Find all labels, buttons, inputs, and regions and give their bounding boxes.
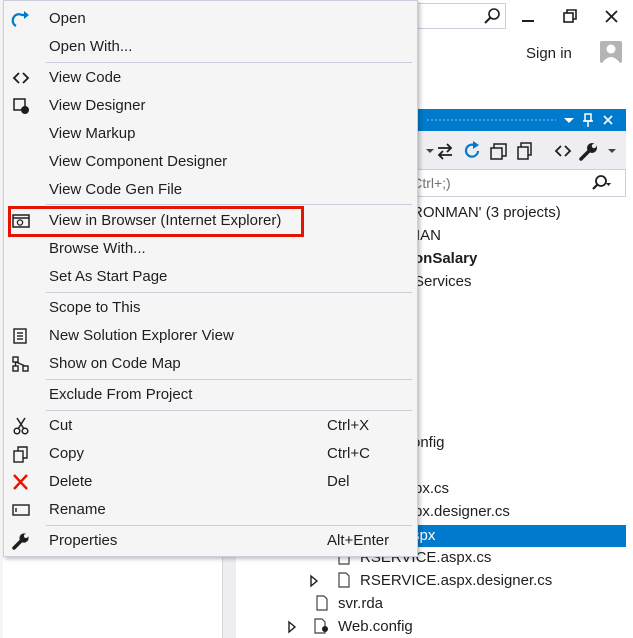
menu-item-label: Rename (49, 501, 106, 518)
close-window-button[interactable] (596, 4, 628, 30)
close-icon (605, 10, 618, 23)
menu-item-properties[interactable]: Properties Alt+Enter (4, 527, 417, 555)
user-avatar-icon (602, 44, 620, 63)
dropdown-arrow-icon[interactable] (561, 111, 577, 129)
menu-item-label: View Code (49, 69, 122, 86)
menu-separator (46, 379, 412, 380)
menu-item-label: View Component Designer (49, 153, 228, 170)
menu-item-label: New Solution Explorer View (49, 327, 234, 344)
menu-item-label: Properties (49, 532, 118, 549)
code-brackets-icon (12, 72, 30, 84)
expand-arrow-icon[interactable] (286, 620, 298, 634)
restore-icon (563, 9, 577, 23)
menu-item-label: View Code Gen File (49, 181, 183, 198)
menu-item-exclude-from-project[interactable]: Exclude From Project (4, 381, 417, 409)
wrench-icon (12, 533, 29, 550)
search-icon (484, 8, 500, 24)
tree-item[interactable]: Web.config (338, 618, 413, 635)
tree-solution-node[interactable]: RONMAN' (3 projects) (412, 204, 561, 221)
menu-item-scope-to-this[interactable]: Scope to This (4, 294, 417, 322)
menu-item-label: View Markup (49, 125, 136, 142)
wrench-icon[interactable] (578, 141, 600, 161)
designer-icon (13, 98, 29, 114)
tree-item[interactable]: IAN (416, 227, 441, 244)
menu-item-show-on-code-map[interactable]: Show on Code Map (4, 350, 417, 378)
menu-item-delete[interactable]: Delete Del (4, 468, 417, 496)
menu-item-label: Browse With... (49, 240, 146, 257)
code-brackets-icon[interactable] (552, 141, 574, 161)
expand-arrow-icon[interactable] (308, 574, 320, 588)
tree-item[interactable]: Services (414, 273, 472, 290)
menu-item-set-as-start-page[interactable]: Set As Start Page (4, 263, 417, 291)
menu-item-view-component-designer[interactable]: View Component Designer (4, 148, 417, 176)
menu-separator (46, 410, 412, 411)
menu-item-open-with[interactable]: Open With... (4, 33, 417, 61)
menu-item-label: Cut (49, 417, 73, 434)
menu-item-label: Delete (49, 473, 93, 490)
rename-icon (12, 504, 30, 516)
new-view-icon (13, 328, 27, 344)
minimize-icon (522, 20, 534, 22)
cs-file-icon (338, 572, 350, 588)
annotation-highlight-box (8, 206, 304, 237)
menu-separator (46, 292, 412, 293)
search-icon (592, 175, 611, 190)
dropdown-arrow-icon[interactable] (602, 141, 624, 161)
grip-dots (426, 118, 556, 122)
menu-item-open[interactable]: Open (4, 5, 417, 33)
sign-in-link[interactable]: Sign in (526, 45, 572, 62)
menu-item-rename[interactable]: Rename (4, 496, 417, 524)
tree-item[interactable]: RSERVICE.aspx.designer.cs (360, 572, 552, 589)
menu-item-view-code[interactable]: View Code (4, 64, 417, 92)
menu-item-label: Set As Start Page (49, 268, 168, 285)
menu-item-shortcut: Ctrl+X (327, 417, 370, 434)
delete-x-icon (13, 474, 28, 490)
avatar[interactable] (600, 41, 622, 63)
file-icon (316, 595, 328, 611)
copy-icon (13, 446, 28, 463)
context-menu: Open Open With... View Code View Designe… (3, 0, 418, 557)
menu-item-view-markup[interactable]: View Markup (4, 120, 417, 148)
code-map-icon (12, 356, 29, 372)
menu-item-cut[interactable]: Cut Ctrl+X (4, 412, 417, 440)
menu-item-new-solution-explorer-view[interactable]: New Solution Explorer View (4, 322, 417, 350)
scissors-icon (13, 417, 29, 435)
menu-item-label: Scope to This (49, 299, 141, 316)
menu-item-copy[interactable]: Copy Ctrl+C (4, 440, 417, 468)
menu-item-view-code-gen-file[interactable]: View Code Gen File (4, 176, 417, 204)
menu-item-shortcut: Alt+Enter (327, 532, 390, 549)
tree-item[interactable]: svr.rda (338, 595, 383, 612)
menu-item-label: Show on Code Map (49, 355, 181, 372)
sync-arrows-icon[interactable] (434, 141, 456, 161)
menu-separator (46, 525, 412, 526)
redo-arrow-icon (11, 11, 29, 27)
tree-item[interactable]: px.designer.cs (414, 503, 510, 520)
menu-item-label: Exclude From Project (49, 386, 193, 403)
minimize-button[interactable] (512, 4, 544, 30)
pin-icon[interactable] (580, 111, 596, 129)
menu-item-label: Open (49, 10, 86, 27)
menu-item-label: Copy (49, 445, 85, 462)
show-all-files-icon[interactable] (514, 141, 536, 161)
collapse-all-icon[interactable] (488, 141, 510, 161)
tree-startup-project[interactable]: onSalary (414, 250, 477, 267)
menu-item-browse-with[interactable]: Browse With... (4, 235, 417, 263)
menu-separator (46, 62, 412, 63)
close-panel-icon[interactable] (600, 111, 616, 129)
menu-item-shortcut: Del (327, 473, 350, 490)
menu-item-view-designer[interactable]: View Designer (4, 92, 417, 120)
config-file-icon (314, 618, 328, 634)
menu-item-label: Open With... (49, 38, 133, 55)
refresh-icon[interactable] (462, 141, 484, 161)
menu-item-label: View Designer (49, 97, 146, 114)
menu-separator (46, 204, 412, 205)
tree-item[interactable]: px.cs (414, 480, 449, 497)
restore-button[interactable] (554, 4, 586, 30)
menu-item-shortcut: Ctrl+C (327, 445, 370, 462)
